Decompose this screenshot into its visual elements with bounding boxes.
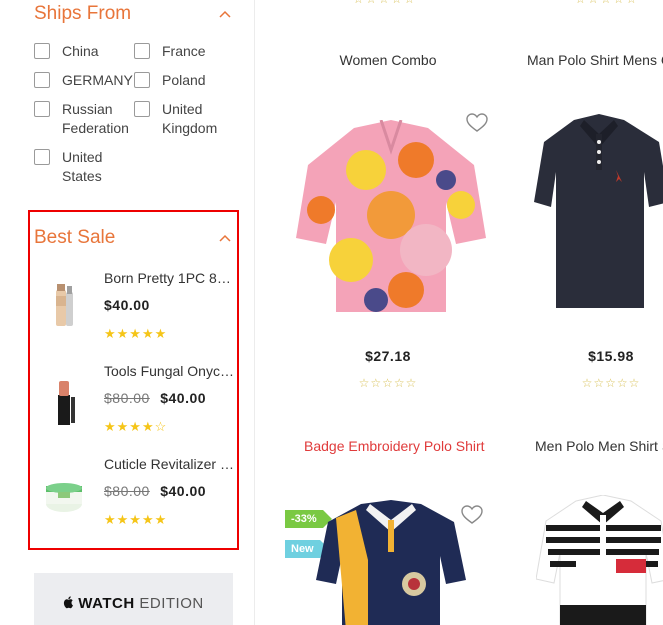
option-label: China [62,43,99,59]
price-block: $40.00 [104,297,150,313]
product-name[interactable]: Cuticle Revitalizer F... [104,456,234,472]
product-image-badge-polo[interactable] [316,500,466,625]
product-image-floral-shirt[interactable] [296,120,486,320]
apple-icon [64,595,74,608]
chevron-up-icon[interactable] [218,233,232,243]
checkbox[interactable] [34,101,50,117]
ships-from-option-uk[interactable]: United Kingdom [134,100,232,138]
product-image-polo-shirt-navy[interactable] [534,112,663,312]
product-title[interactable]: Men Polo Men Shirt S [535,438,663,454]
promo-brand: WATCH [78,594,135,612]
product-thumbnail[interactable] [44,375,84,429]
promo-text: WATCH EDITION [63,595,203,612]
old-price: $80.00 [104,483,150,499]
ships-from-title: Ships From [34,3,132,24]
product-name[interactable]: Born Pretty 1PC 8ml... [104,270,234,286]
checkbox[interactable] [134,101,150,117]
checkbox[interactable] [134,72,150,88]
current-price: $40.00 [160,390,207,406]
current-price: $40.00 [160,483,207,499]
watch-promo-banner[interactable]: WATCH EDITION [34,573,233,625]
checkbox[interactable] [134,43,150,59]
sidebar: Ships From China France GERMANY Poland R… [0,0,255,625]
rating-stars: ★★★★★ [104,326,168,341]
best-sale-item[interactable]: Tools Fungal Onych... $80.00 $40.00 ★★★★… [40,363,235,443]
current-price: $40.00 [104,297,150,313]
product-name[interactable]: Tools Fungal Onych... [104,363,234,379]
option-label: United States [62,149,103,184]
rating-stars: ★★★★★ [104,512,168,527]
promo-edition: EDITION [139,594,204,612]
best-sale-item[interactable]: Cuticle Revitalizer F... $80.00 $40.00 ★… [40,456,235,536]
ships-from-option-germany[interactable]: GERMANY [34,71,133,90]
product-title[interactable]: Man Polo Shirt Mens C [527,52,663,68]
rating-stars: ☆☆☆☆☆ [353,0,417,6]
product-thumbnail[interactable] [44,468,84,522]
best-sale-item[interactable]: Born Pretty 1PC 8ml... $40.00 ★★★★★ [40,270,235,350]
rating-stars: ☆☆☆☆☆ [358,376,418,390]
rating-stars: ☆☆☆☆☆ [581,376,641,390]
old-price: $80.00 [104,390,150,406]
best-sale-title: Best Sale [34,227,116,248]
product-price: $15.98 [588,348,634,364]
option-label: France [162,43,206,59]
option-label: United Kingdom [162,101,218,136]
ships-from-option-france[interactable]: France [134,42,206,61]
product-thumbnail[interactable] [44,282,84,336]
checkbox[interactable] [34,43,50,59]
ships-from-option-us[interactable]: United States [34,148,122,186]
ships-from-option-russia[interactable]: Russian Federation [34,100,142,138]
checkbox[interactable] [34,72,50,88]
price-block: $80.00 $40.00 [104,483,206,499]
ships-from-option-poland[interactable]: Poland [134,71,206,90]
price-block: $80.00 $40.00 [104,390,206,406]
product-title[interactable]: Women Combo [304,52,472,68]
option-label: Poland [162,72,206,88]
product-price: $27.18 [365,348,411,364]
new-badge: New [285,540,329,558]
ships-from-header[interactable]: Ships From [34,2,232,26]
chevron-up-icon[interactable] [218,9,232,19]
best-sale-header[interactable]: Best Sale [34,226,232,250]
ships-from-option-china[interactable]: China [34,42,99,61]
rating-stars: ☆☆☆☆☆ [575,0,639,6]
option-label: GERMANY [62,72,133,88]
product-grid: ☆☆☆☆☆ ☆☆☆☆☆ Women Combo Man Polo Shirt M… [256,0,663,625]
product-image-striped-polo[interactable] [536,495,663,625]
product-title[interactable]: Badge Embroidery Polo Shirt [304,438,485,454]
rating-stars: ★★★★☆ [104,419,168,434]
checkbox[interactable] [34,149,50,165]
option-label: Russian Federation [62,101,129,136]
